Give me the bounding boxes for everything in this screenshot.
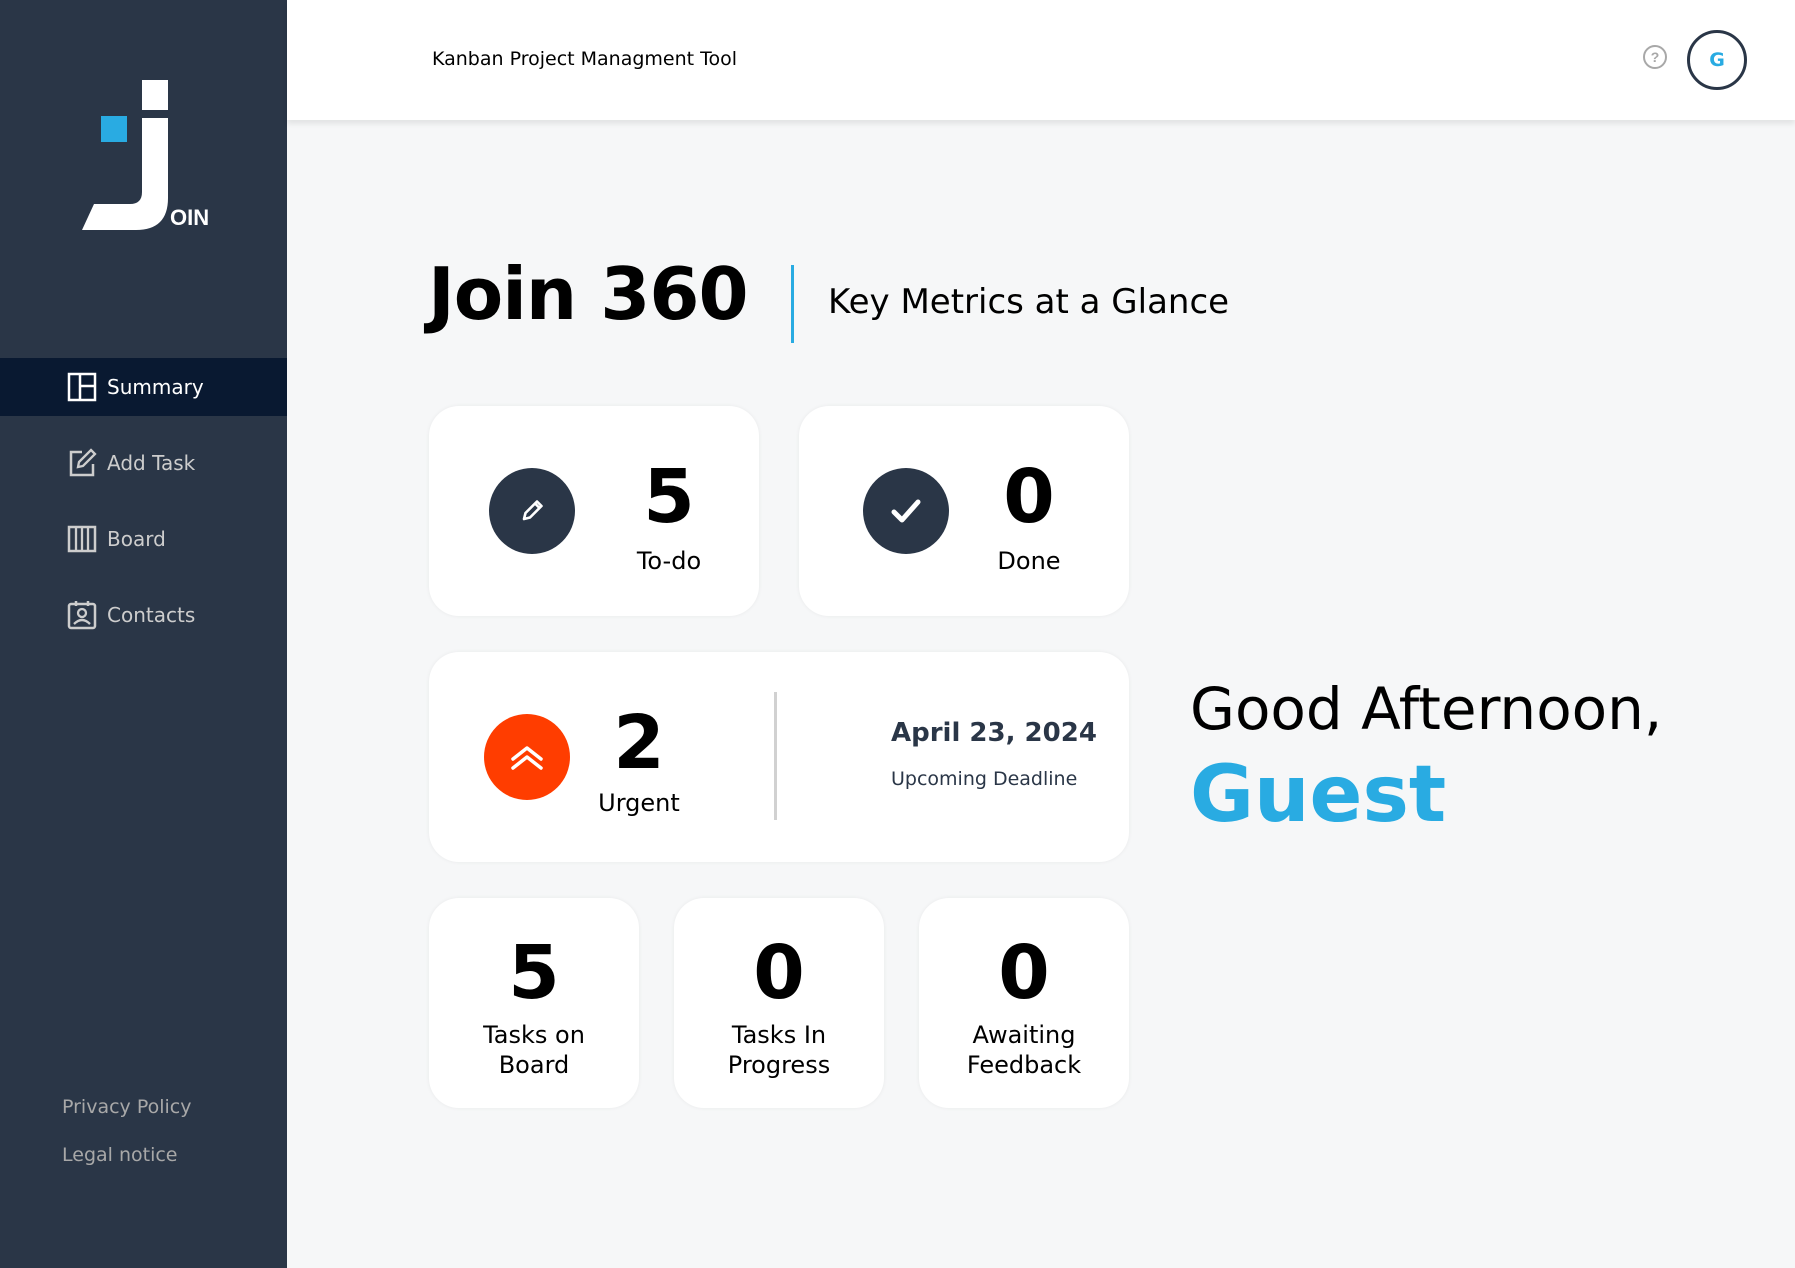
sidebar-item-label: Board [107,527,166,551]
tasks-on-board-card[interactable]: 5 Tasks on Board [429,898,639,1108]
tasks-in-progress-label: Tasks In Progress [727,1021,831,1079]
sidebar-footer: Privacy Policy Legal notice [62,1096,191,1192]
deadline-label: Upcoming Deadline [891,768,1078,790]
sidebar-item-label: Contacts [107,603,196,627]
sidebar-nav: Summary Add Task Board Contacts [0,358,287,662]
svg-text:?: ? [1651,49,1660,65]
urgent-priority-icon [484,714,570,800]
urgent-divider [774,692,777,820]
urgent-card[interactable]: 2 Urgent April 23, 2024 Upcoming Deadlin… [429,652,1129,862]
sidebar-item-summary[interactable]: Summary [0,358,287,416]
legal-notice-link[interactable]: Legal notice [62,1144,191,1166]
sidebar-item-label: Summary [107,375,204,399]
privacy-policy-link[interactable]: Privacy Policy [62,1096,191,1118]
add-task-icon [66,447,98,479]
user-avatar[interactable]: G [1687,30,1747,90]
todo-card[interactable]: 5 To-do [429,406,759,616]
checkmark-icon [863,468,949,554]
urgent-label: Urgent [598,789,680,817]
done-card[interactable]: 0 Done [799,406,1129,616]
greeting-name: Guest [1190,750,1447,840]
header-title: Kanban Project Managment Tool [432,48,738,70]
logo-letters: OIN [170,205,209,230]
sidebar-item-board[interactable]: Board [0,510,287,568]
sidebar-item-label: Add Task [107,451,196,475]
done-count: 0 [1003,454,1055,540]
page-subtitle: Key Metrics at a Glance [828,282,1230,322]
done-label: Done [997,547,1061,575]
contacts-icon [66,599,98,631]
awaiting-feedback-count: 0 [998,930,1050,1016]
sidebar-item-add-task[interactable]: Add Task [0,434,287,492]
help-icon[interactable]: ? [1642,44,1668,70]
tasks-on-board-label: Tasks on Board [483,1021,585,1079]
deadline-date: April 23, 2024 [891,718,1097,748]
top-header: Kanban Project Managment Tool ? G [287,0,1795,120]
page-title: Join 360 [428,252,749,336]
awaiting-feedback-card[interactable]: 0 Awaiting Feedback [919,898,1129,1108]
summary-icon [66,371,98,403]
tasks-on-board-count: 5 [508,930,560,1016]
todo-count: 5 [643,454,695,540]
todo-label: To-do [636,547,702,575]
tasks-in-progress-card[interactable]: 0 Tasks In Progress [674,898,884,1108]
urgent-count: 2 [613,700,665,786]
sidebar: OIN Summary Add Task Board Contacts Priv… [0,0,287,1268]
sidebar-item-contacts[interactable]: Contacts [0,586,287,644]
board-icon [66,523,98,555]
tasks-in-progress-count: 0 [753,930,805,1016]
pencil-icon [489,468,575,554]
join-logo[interactable]: OIN [78,78,218,238]
greeting-text: Good Afternoon, [1190,675,1663,743]
awaiting-feedback-label: Awaiting Feedback [966,1021,1082,1079]
title-divider [791,265,794,343]
